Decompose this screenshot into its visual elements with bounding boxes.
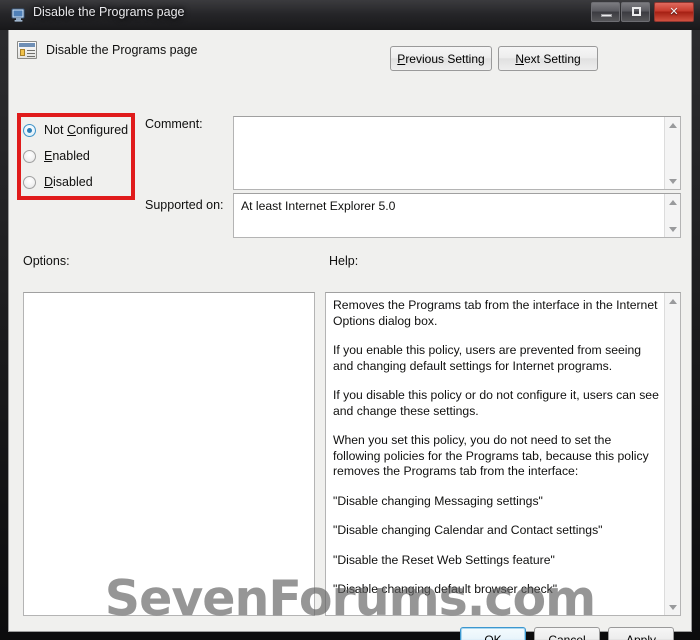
apply-accel: A <box>625 632 634 640</box>
help-paragraph: If you disable this policy or do not con… <box>333 388 659 418</box>
cancel-label: Cancel <box>548 632 586 640</box>
help-paragraph: "Disable the Reset Web Settings feature" <box>333 552 555 567</box>
help-panel[interactable]: Removes the Programs tab from the interf… <box>325 292 681 616</box>
supported-on-label: Supported on: <box>145 198 224 212</box>
help-label: Help: <box>329 254 359 268</box>
radio-disabled[interactable]: Disabled <box>23 169 128 195</box>
radio-disabled-label: Disabled <box>44 175 93 189</box>
apply-label: pply <box>634 632 657 640</box>
scroll-down-icon[interactable] <box>665 173 681 189</box>
comment-value <box>241 122 661 186</box>
help-paragraph: If you enable this policy, users are pre… <box>333 343 642 373</box>
help-paragraph: "Disable changing default browser check" <box>333 582 558 596</box>
next-setting-label: ext Setting <box>523 51 581 66</box>
comment-label: Comment: <box>145 117 203 131</box>
policy-state-radio-group: Not Configured Enabled Disabled <box>23 117 128 195</box>
ok-label: OK <box>484 632 502 640</box>
scroll-up-icon[interactable] <box>665 293 681 309</box>
close-icon: ✕ <box>669 6 679 18</box>
help-paragraph: "Disable changing Calendar and Contact s… <box>333 523 603 537</box>
help-scrollbar[interactable] <box>664 293 680 615</box>
radio-not-configured-label: Not Configured <box>44 123 129 137</box>
scroll-down-icon[interactable] <box>665 221 681 237</box>
page-title: Disable the Programs page <box>46 43 198 57</box>
comment-scrollbar[interactable] <box>664 117 680 189</box>
help-text: Removes the Programs tab from the interf… <box>333 298 661 612</box>
apply-button[interactable]: Apply <box>608 627 674 640</box>
minimize-button[interactable] <box>591 2 620 22</box>
help-paragraph: "Disable changing Messaging settings" <box>333 493 543 508</box>
previous-setting-accel: P <box>397 51 406 66</box>
window-monitor-icon <box>11 8 25 22</box>
options-value <box>31 298 309 612</box>
help-paragraph: Removes the Programs tab from the interf… <box>333 298 658 328</box>
ok-button[interactable]: OK <box>460 627 526 640</box>
next-setting-accel: N <box>515 51 524 66</box>
supported-on-value: At least Internet Explorer 5.0 <box>241 199 396 213</box>
radio-enabled[interactable]: Enabled <box>23 143 128 169</box>
supported-on-field[interactable]: At least Internet Explorer 5.0 <box>233 193 681 238</box>
radio-not-configured[interactable]: Not Configured <box>23 117 128 143</box>
window-title: Disable the Programs page <box>33 5 185 19</box>
options-label: Options: <box>23 254 70 268</box>
help-paragraph: When you set this policy, you do not nee… <box>333 433 649 478</box>
minimize-icon <box>601 14 612 17</box>
maximize-icon <box>632 7 641 16</box>
options-panel[interactable] <box>23 292 315 616</box>
previous-setting-label: revious Setting <box>405 51 485 66</box>
radio-dot-icon <box>23 175 36 189</box>
title-bar[interactable]: Disable the Programs page ✕ <box>0 0 700 30</box>
next-setting-button[interactable]: Next Setting <box>498 46 598 71</box>
scroll-down-icon[interactable] <box>665 599 681 615</box>
previous-setting-button[interactable]: Previous Setting <box>390 46 492 71</box>
maximize-button[interactable] <box>621 2 650 22</box>
scroll-up-icon[interactable] <box>665 194 681 210</box>
dialog-client-area: Disable the Programs page Previous Setti… <box>8 30 692 640</box>
radio-enabled-label: Enabled <box>44 149 90 163</box>
supported-on-scrollbar[interactable] <box>664 194 680 237</box>
cancel-button[interactable]: Cancel <box>534 627 600 640</box>
close-button[interactable]: ✕ <box>654 2 694 22</box>
policy-setting-icon <box>17 41 37 59</box>
comment-input[interactable] <box>233 116 681 190</box>
radio-dot-icon <box>23 123 36 137</box>
radio-dot-icon <box>23 149 36 163</box>
policy-setting-window: Disable the Programs page ✕ Disable the … <box>0 0 700 640</box>
scroll-up-icon[interactable] <box>665 117 681 133</box>
